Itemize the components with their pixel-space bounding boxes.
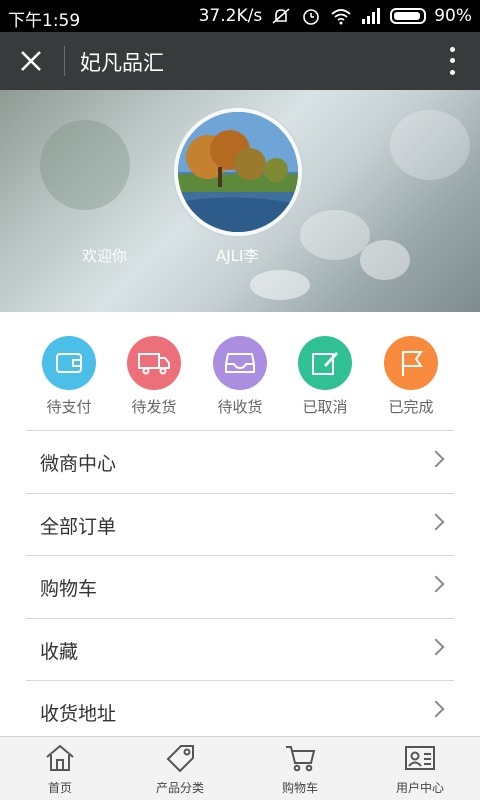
menu-item-favorites[interactable]: 收藏	[26, 617, 454, 681]
status-label: 待支付	[46, 398, 92, 416]
battery-percent: 90%	[434, 6, 472, 26]
status-cancelled[interactable]: 已取消	[285, 336, 365, 417]
nav-label: 用户中心	[395, 781, 444, 795]
avatar-photo	[178, 112, 298, 232]
status-pending-shipment[interactable]: 待发货	[114, 336, 194, 417]
nav-cart[interactable]: 购物车	[240, 737, 360, 800]
inbox-tray-icon	[213, 336, 267, 390]
chevron-right-icon	[427, 575, 445, 593]
nav-user-center[interactable]: 用户中心	[360, 737, 480, 800]
menu-item-wechat-business[interactable]: 微商中心	[26, 430, 454, 493]
status-time: 下午1:59	[8, 11, 81, 31]
mute-vibrate-icon	[272, 8, 290, 24]
close-icon	[21, 51, 41, 71]
user-card-icon	[405, 746, 435, 770]
menu-list: 微商中心 全部订单 购物车 收藏 收货地址	[26, 430, 454, 743]
menu-item-all-orders[interactable]: 全部订单	[26, 492, 454, 556]
nav-label: 首页	[47, 781, 72, 795]
menu-item-label: 收货地址	[40, 703, 117, 725]
tag-icon	[166, 745, 194, 773]
flag-icon	[384, 336, 438, 390]
edit-note-icon	[298, 336, 352, 390]
app-title: 妃凡品汇	[80, 51, 164, 75]
alarm-icon	[303, 9, 320, 25]
wifi-icon	[331, 9, 351, 25]
status-label: 待收货	[217, 398, 263, 416]
close-button[interactable]	[14, 44, 48, 78]
more-options-button[interactable]	[442, 44, 462, 78]
wallet-icon	[42, 336, 96, 390]
status-label: 已取消	[302, 398, 348, 416]
menu-item-label: 收藏	[40, 640, 79, 663]
bottom-nav: 首页 产品分类 购物车 用户中心	[0, 736, 480, 800]
nav-home[interactable]: 首页	[0, 737, 120, 800]
menu-item-cart[interactable]: 购物车	[26, 555, 454, 618]
chevron-right-icon	[427, 700, 445, 718]
chevron-right-icon	[427, 638, 445, 655]
welcome-text: 欢迎你	[82, 247, 128, 265]
menu-item-address[interactable]: 收货地址	[26, 680, 454, 743]
nav-categories[interactable]: 产品分类	[120, 737, 240, 800]
menu-item-label: 购物车	[40, 578, 98, 600]
title-bar: 妃凡品汇	[0, 32, 480, 90]
cart-icon	[286, 746, 316, 772]
status-bar: 下午1:59 37.2K/s 90%	[0, 0, 480, 32]
status-completed[interactable]: 已完成	[371, 336, 451, 417]
menu-item-label: 微商中心	[40, 453, 117, 475]
order-status-row: 待支付 待发货 待收货 已取消 已完成	[0, 326, 480, 426]
nav-label: 购物车	[281, 781, 318, 795]
truck-icon	[127, 336, 181, 390]
chevron-right-icon	[427, 513, 445, 530]
title-divider	[64, 46, 65, 76]
signal-icon	[362, 8, 381, 24]
username: AJLI李	[216, 247, 259, 265]
battery-icon	[390, 8, 427, 24]
nav-label: 产品分类	[155, 781, 204, 795]
network-speed: 37.2K/s	[198, 6, 263, 26]
profile-header: 欢迎你 AJLI李	[0, 90, 480, 312]
status-label: 已完成	[388, 398, 434, 416]
status-pending-payment[interactable]: 待支付	[29, 336, 109, 417]
chevron-right-icon	[427, 450, 445, 468]
avatar[interactable]	[174, 108, 302, 236]
status-label: 待发货	[131, 398, 177, 416]
status-pending-receipt[interactable]: 待收货	[200, 336, 280, 417]
home-icon	[46, 744, 74, 771]
menu-item-label: 全部订单	[40, 515, 117, 538]
more-vertical-icon	[449, 47, 455, 53]
